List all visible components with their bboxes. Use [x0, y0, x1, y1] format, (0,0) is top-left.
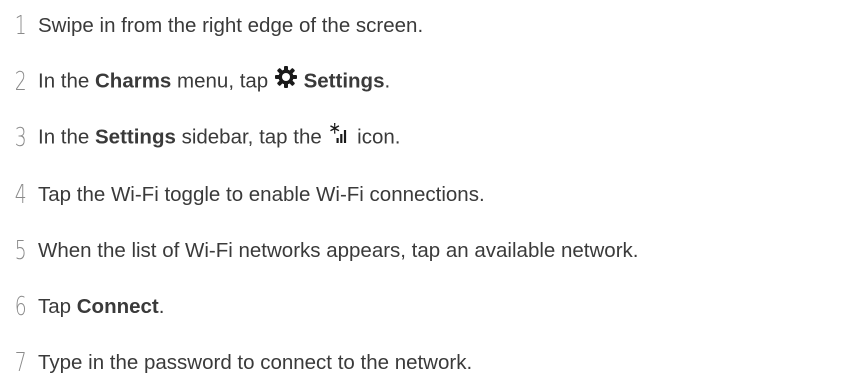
step-6: 6 Tap Connect.: [0, 287, 165, 327]
step-5: 5 When the list of Wi-Fi networks appear…: [0, 231, 639, 271]
instruction-steps: 1 Swipe in from the right edge of the sc…: [0, 0, 861, 389]
step-text: In the Charms menu, tap Settings.: [38, 65, 391, 97]
step-text: Tap the Wi-Fi toggle to enable Wi-Fi con…: [38, 183, 485, 206]
step-text: Type in the password to connect to the n…: [38, 351, 473, 374]
step-text-mid: menu, tap: [171, 69, 274, 93]
step-text-mid: sidebar, tap the: [175, 125, 328, 149]
step-number: 1: [14, 11, 27, 41]
step-number: 7: [14, 348, 27, 378]
wireless-signal-icon: [327, 121, 351, 151]
step-text-post: icon.: [351, 125, 401, 149]
step-2: 2 In the Charms menu, tap Settings.: [0, 62, 390, 102]
step-1: 1 Swipe in from the right edge of the sc…: [0, 6, 423, 46]
settings-label: Settings: [303, 69, 385, 93]
charms-label: Charms: [95, 69, 172, 93]
step-number: 4: [14, 180, 27, 210]
step-text: In the Settings sidebar, tap the icon.: [38, 123, 400, 153]
step-text-pre: In the: [38, 125, 95, 149]
settings-label: Settings: [95, 125, 176, 149]
step-text-pre: In the: [38, 69, 95, 93]
step-text: Tap Connect.: [38, 295, 164, 319]
step-text-post: .: [158, 295, 165, 318]
step-7: 7 Type in the password to connect to the…: [0, 343, 472, 383]
step-4: 4 Tap the Wi-Fi toggle to enable Wi-Fi c…: [0, 175, 485, 215]
step-text-pre: Tap: [38, 295, 77, 318]
step-text: When the list of Wi-Fi networks appears,…: [38, 239, 639, 262]
connect-label: Connect: [76, 295, 159, 318]
step-number: 6: [14, 292, 27, 322]
step-number: 3: [14, 123, 27, 153]
step-text: Swipe in from the right edge of the scre…: [38, 14, 424, 37]
step-number: 5: [14, 236, 27, 266]
step-text-post: .: [384, 69, 391, 93]
gear-icon: [274, 65, 298, 95]
step-number: 2: [14, 67, 27, 97]
step-3: 3 In the Settings sidebar, tap the icon.: [0, 118, 400, 158]
